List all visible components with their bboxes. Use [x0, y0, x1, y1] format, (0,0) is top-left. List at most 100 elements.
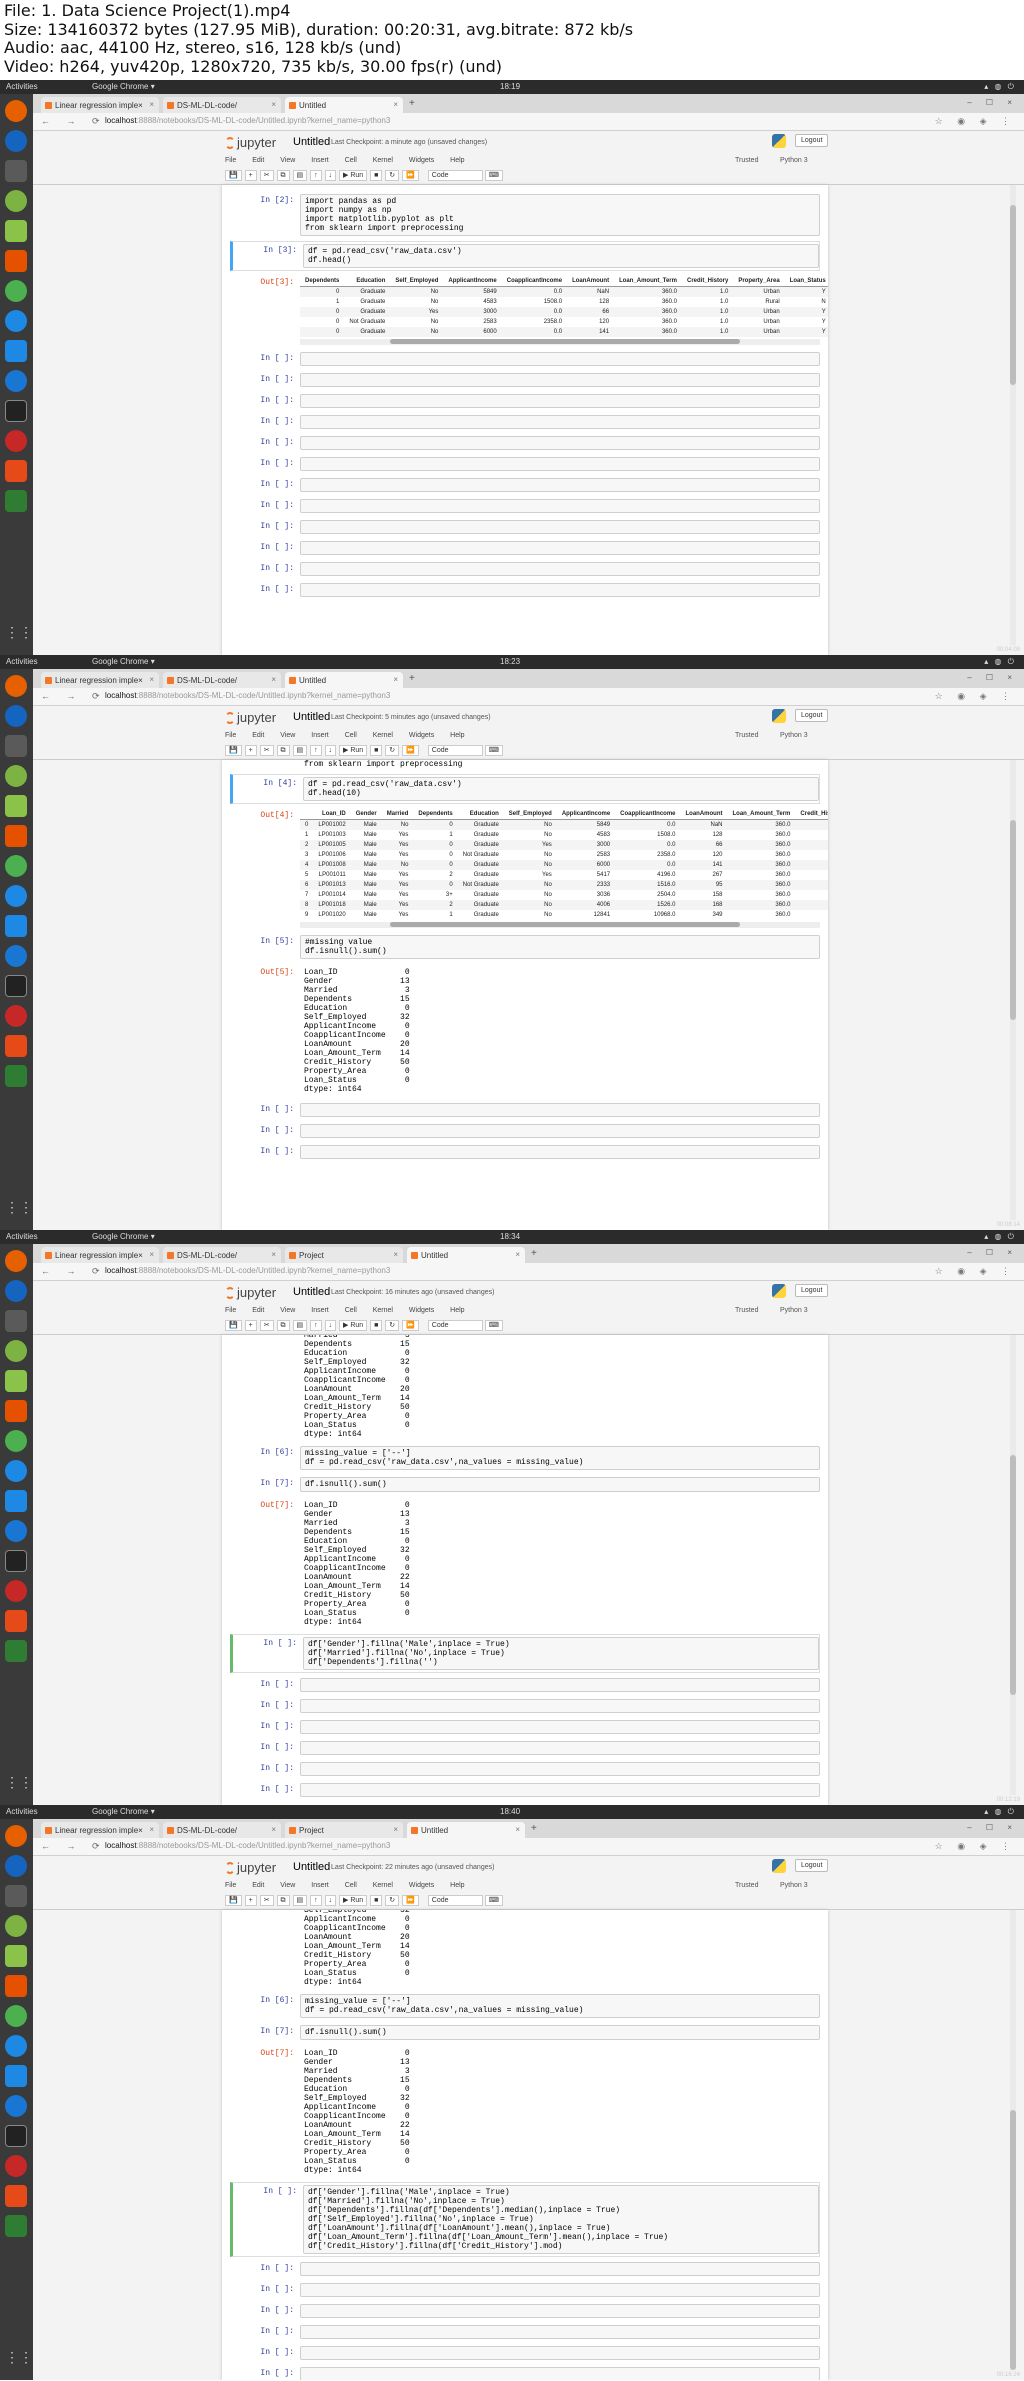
code-input[interactable] — [300, 415, 820, 429]
code-input[interactable] — [300, 2325, 820, 2339]
browser-tab[interactable]: Linear regression imple× × — [41, 1822, 159, 1838]
copy-icon[interactable]: ⧉ — [276, 1895, 290, 1906]
code-cell[interactable]: In [ ]: — [230, 392, 820, 410]
menu-help[interactable]: Help — [450, 157, 464, 164]
software-center-icon[interactable] — [5, 250, 27, 272]
tab-close-icon[interactable]: × — [149, 1825, 154, 1834]
code-cell[interactable]: In [ ]: — [230, 1697, 820, 1715]
browser-tab[interactable]: Linear regression imple× × — [41, 1247, 159, 1263]
copy-icon[interactable]: ⧉ — [276, 1320, 290, 1331]
fast-forward-icon[interactable]: ⏩ — [402, 745, 419, 756]
vscode-icon[interactable] — [5, 915, 27, 937]
window-controls[interactable]: – ☐ × — [967, 673, 1018, 682]
tab-close-icon[interactable]: × — [393, 1250, 398, 1259]
code-cell[interactable]: In [ ]: — [230, 1101, 820, 1119]
code-input[interactable] — [300, 394, 820, 408]
restart-icon[interactable]: ↻ — [385, 745, 400, 756]
browser-tab[interactable]: Linear regression imple× × — [41, 672, 159, 688]
tab-close-icon[interactable]: × — [271, 100, 276, 109]
show-apps-icon[interactable]: ⋮⋮ — [5, 1774, 33, 1796]
tab-close-icon[interactable]: × — [393, 675, 398, 684]
code-cell[interactable]: In [ ]: — [230, 1143, 820, 1161]
menu-kernel[interactable]: Kernel — [373, 157, 393, 164]
tab-close-icon[interactable]: × — [515, 1250, 520, 1259]
thunderbird-icon[interactable] — [5, 130, 27, 152]
menu-view[interactable]: View — [280, 157, 295, 164]
nav-buttons-icon[interactable]: ← → ⟳ — [41, 116, 107, 127]
impress-icon[interactable] — [5, 1035, 27, 1057]
scrollbar-thumb[interactable] — [1010, 1455, 1016, 1695]
calc-icon[interactable] — [5, 490, 27, 512]
page-scrollbar[interactable] — [1010, 760, 1016, 1220]
thunderbird-icon[interactable] — [5, 1855, 27, 1877]
zoom-icon[interactable] — [5, 945, 27, 967]
jupyter-brand[interactable]: jupyter — [237, 135, 276, 150]
menu-insert[interactable]: Insert — [311, 732, 329, 739]
menu-edit[interactable]: Edit — [252, 157, 264, 164]
impress-icon[interactable] — [5, 460, 27, 482]
menu-kernel[interactable]: Kernel — [373, 732, 393, 739]
zoom-icon[interactable] — [5, 370, 27, 392]
code-input[interactable] — [300, 2262, 820, 2276]
move-down-icon[interactable]: ↓ — [324, 170, 337, 181]
system-tray-icons[interactable]: ▴ ◍ ⏻ — [984, 1230, 1016, 1244]
cut-icon[interactable]: ✂ — [259, 1320, 274, 1331]
files-icon[interactable] — [5, 1310, 27, 1332]
browser-tab[interactable]: DS-ML-DL-code/ × — [163, 97, 281, 113]
jupyter-brand[interactable]: jupyter — [237, 710, 276, 725]
code-cell[interactable]: In [3]: df = pd.read_csv('raw_data.csv') … — [230, 241, 820, 271]
browser-tab[interactable]: Untitled × — [407, 1247, 525, 1263]
code-cell[interactable]: In [ ]: — [230, 581, 820, 599]
keyboard-icon[interactable]: ⌨ — [484, 745, 503, 756]
cell-type-select[interactable]: Code — [427, 745, 483, 756]
system-tray-icons[interactable]: ▴ ◍ ⏻ — [984, 655, 1016, 669]
jupyter-logo-icon[interactable] — [225, 1862, 235, 1874]
calc-icon[interactable] — [5, 1065, 27, 1087]
menu-file[interactable]: File — [225, 1307, 236, 1314]
browser-tab[interactable]: Project × — [285, 1247, 403, 1263]
paste-icon[interactable]: ▤ — [292, 1320, 308, 1331]
code-cell[interactable]: In [ ]: — [230, 1718, 820, 1736]
chrome-icon[interactable] — [5, 1430, 27, 1452]
menu-widgets[interactable]: Widgets — [409, 1307, 434, 1314]
document-icon[interactable] — [5, 220, 27, 242]
browser-tab[interactable]: Project × — [285, 1822, 403, 1838]
menu-widgets[interactable]: Widgets — [409, 1882, 434, 1889]
files-icon[interactable] — [5, 160, 27, 182]
move-up-icon[interactable]: ↑ — [310, 170, 322, 181]
horizontal-scrollbar[interactable] — [300, 922, 820, 928]
menu-view[interactable]: View — [280, 1307, 295, 1314]
copy-icon[interactable]: ⧉ — [276, 745, 290, 756]
move-up-icon[interactable]: ↑ — [310, 1320, 322, 1331]
menu-cell[interactable]: Cell — [345, 1307, 357, 1314]
keyboard-icon[interactable]: ⌨ — [484, 1895, 503, 1906]
activities-button[interactable]: Activities — [6, 80, 38, 94]
fast-forward-icon[interactable]: ⏩ — [402, 1320, 419, 1331]
tab-close-icon[interactable]: × — [149, 675, 154, 684]
code-cell[interactable]: In [ ]: — [230, 539, 820, 557]
vscode-icon[interactable] — [5, 2065, 27, 2087]
document-icon[interactable] — [5, 795, 27, 817]
paste-icon[interactable]: ▤ — [292, 170, 308, 181]
chrome-icon[interactable] — [5, 280, 27, 302]
menu-edit[interactable]: Edit — [252, 732, 264, 739]
code-cell[interactable]: In [2]: import pandas as pd import numpy … — [230, 192, 820, 238]
menu-insert[interactable]: Insert — [311, 1307, 329, 1314]
code-input[interactable]: import pandas as pd import numpy as np i… — [300, 194, 820, 236]
move-down-icon[interactable]: ↓ — [324, 1895, 337, 1906]
code-cell[interactable]: In [6]: missing_value = ['--'] df = pd.re… — [230, 1992, 820, 2020]
keyboard-icon[interactable]: ⌨ — [484, 1320, 503, 1331]
menu-widgets[interactable]: Widgets — [409, 732, 434, 739]
code-cell[interactable]: In [ ]: — [230, 2344, 820, 2362]
menu-view[interactable]: View — [280, 732, 295, 739]
tab-close-icon[interactable]: × — [271, 1250, 276, 1259]
firefox-icon[interactable] — [5, 675, 27, 697]
scrollbar-thumb[interactable] — [1010, 205, 1016, 385]
extension-icons[interactable]: ☆ ◉ ◈ ⋮ — [935, 116, 1016, 127]
code-cell[interactable]: In [ ]: — [230, 371, 820, 389]
menu-edit[interactable]: Edit — [252, 1307, 264, 1314]
impress-icon[interactable] — [5, 2185, 27, 2207]
menu-file[interactable]: File — [225, 1882, 236, 1889]
activities-button[interactable]: Activities — [6, 1805, 38, 1819]
code-input[interactable]: missing_value = ['--'] df = pd.read_csv(… — [300, 1994, 820, 2018]
